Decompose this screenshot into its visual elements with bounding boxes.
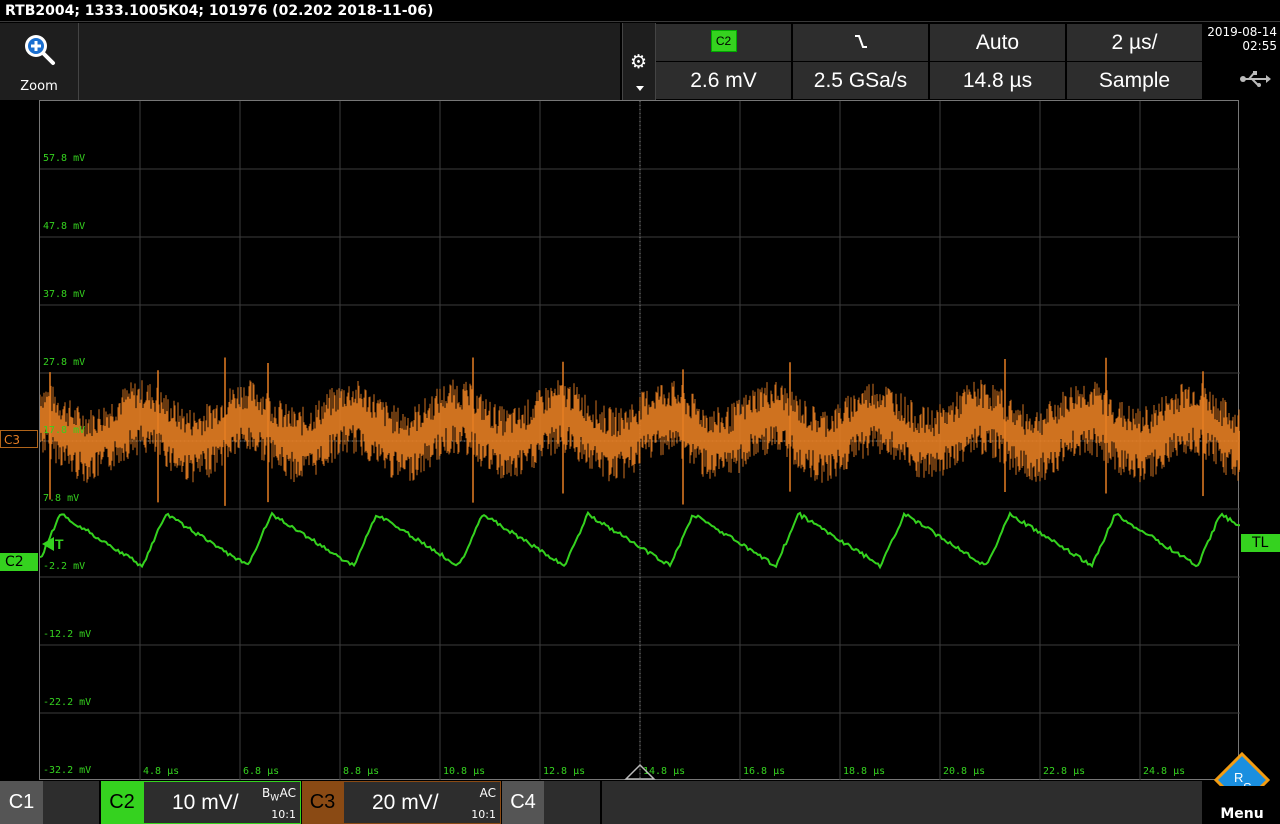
- acquisition-mode-cell[interactable]: Sample: [1067, 62, 1202, 99]
- y-axis-label: 27.8 mV: [43, 357, 85, 368]
- usb-icon: [1240, 71, 1271, 87]
- channel-c2-bw-sub: W: [270, 793, 280, 804]
- top-toolbar: Zoom ⚙ C2 2.6 mV 2.5 GSa/s Auto 14.8 µs …: [0, 23, 1280, 100]
- channel-c1-button[interactable]: C1: [0, 781, 43, 824]
- trigger-source-badge: C2: [710, 30, 737, 53]
- channel-c3-settings[interactable]: 20 mV/ AC 10:1: [343, 781, 501, 824]
- channel-c3-probe-ratio: 10:1: [471, 808, 496, 821]
- menu-label: Menu: [1220, 806, 1264, 822]
- channel-c2-label: C2: [109, 791, 135, 813]
- channel-c4-label: C4: [510, 791, 536, 813]
- waveform-canvas: 57.8 mV 47.8 mV 37.8 mV 27.8 mV 17.8 mV 7.8 m…: [40, 101, 1240, 781]
- trigger-mode-cell[interactable]: Auto: [930, 24, 1065, 61]
- falling-edge-icon: [854, 35, 867, 49]
- channel-c3-coupling: AC: [479, 786, 496, 800]
- waveform-display[interactable]: 57.8 mV 47.8 mV 37.8 mV 27.8 mV 17.8 mV 7.8 m…: [39, 100, 1240, 781]
- trigger-level-marker[interactable]: TL: [1241, 534, 1280, 552]
- c2-offset-marker[interactable]: C2: [0, 553, 38, 571]
- x-axis-label: 12.8 µs: [543, 766, 585, 777]
- date-time: 2019-08-14 02:55: [1205, 23, 1277, 53]
- y-axis-label: 37.8 mV: [43, 289, 85, 300]
- channel-c4-settings[interactable]: [544, 781, 600, 824]
- c3-offset-marker[interactable]: C3: [0, 430, 38, 448]
- rs-logo-icon: R S: [1214, 752, 1270, 786]
- trigger-level-cell[interactable]: 2.6 mV: [656, 62, 791, 99]
- toolbar-empty-area: [79, 23, 620, 100]
- timebase-cell[interactable]: 2 µs/: [1067, 24, 1202, 61]
- y-axis-label: -12.2 mV: [43, 629, 91, 640]
- trigger-t-icon: T: [55, 536, 64, 552]
- y-axis-label: 57.8 mV: [43, 153, 85, 164]
- date: 2019-08-14: [1207, 25, 1277, 39]
- trigger-source-cell[interactable]: C2: [656, 24, 791, 61]
- y-axis-label: -32.2 mV: [43, 765, 91, 776]
- title-bar: RTB2004; 1333.1005K04; 101976 (02.202 20…: [0, 0, 1280, 22]
- time: 02:55: [1242, 39, 1277, 53]
- channel-c3-button[interactable]: C3: [302, 781, 343, 824]
- channel-c2-bw-letter: B: [262, 786, 271, 800]
- sample-rate-cell[interactable]: 2.5 GSa/s: [793, 62, 928, 99]
- gear-icon: ⚙: [630, 51, 648, 73]
- menu-button[interactable]: R S Menu: [1204, 752, 1280, 824]
- x-axis-label: 24.8 µs: [1143, 766, 1185, 777]
- channel-c2-scale: 10 mV/: [172, 791, 239, 814]
- channel-c2-coupling: AC: [279, 786, 296, 800]
- y-axis-label: -22.2 mV: [43, 697, 91, 708]
- channel-c3-label: C3: [309, 791, 336, 813]
- channel-c1-label: C1: [8, 791, 35, 813]
- y-axis-label: 17.8 mV: [43, 425, 85, 436]
- channel-c1-settings[interactable]: [43, 781, 99, 824]
- caret-down-icon: [636, 86, 644, 91]
- x-axis-label: 6.8 µs: [243, 766, 279, 777]
- x-axis-label: 18.8 µs: [843, 766, 885, 777]
- zoom-button[interactable]: Zoom: [0, 23, 79, 100]
- channel-c4-button[interactable]: C4: [502, 781, 544, 824]
- trigger-arrow-icon: [42, 537, 54, 551]
- trigger-slope-cell[interactable]: [793, 24, 928, 61]
- channel-c2-bw-limit: BW: [262, 786, 279, 803]
- y-axis-label: -2.2 mV: [43, 561, 85, 572]
- zoom-icon: [25, 35, 55, 65]
- y-axis-label: 47.8 mV: [43, 221, 85, 232]
- settings-button[interactable]: ⚙: [622, 23, 656, 100]
- channel-bar: C1 C2 10 mV/ BW AC 10:1 C3 20 mV/ AC 10:…: [0, 780, 1280, 824]
- channel-c2-settings[interactable]: 10 mV/ BW AC 10:1: [143, 781, 301, 824]
- x-axis-label: 10.8 µs: [443, 766, 485, 777]
- x-axis-label: 4.8 µs: [143, 766, 179, 777]
- x-axis-label: 20.8 µs: [943, 766, 985, 777]
- zoom-label: Zoom: [20, 79, 58, 94]
- x-axis-label: 16.8 µs: [743, 766, 785, 777]
- channel-bar-empty: [602, 781, 1202, 824]
- x-axis-label: 22.8 µs: [1043, 766, 1085, 777]
- svg-text:S: S: [1243, 780, 1252, 786]
- channel-c3-scale: 20 mV/: [372, 791, 439, 814]
- channel-c2-button[interactable]: C2: [101, 781, 143, 824]
- svg-text:R: R: [1234, 770, 1243, 785]
- horizontal-position-cell[interactable]: 14.8 µs: [930, 62, 1065, 99]
- y-axis-label: 7.8 mV: [43, 493, 79, 504]
- x-axis-label: 8.8 µs: [343, 766, 379, 777]
- channel-c2-probe-ratio: 10:1: [271, 808, 296, 821]
